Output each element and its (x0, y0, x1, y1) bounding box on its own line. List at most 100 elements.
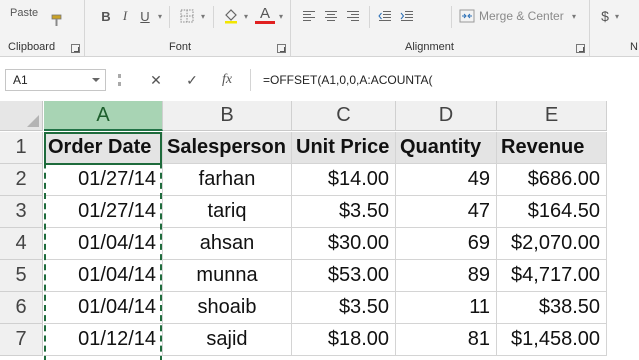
table-cell[interactable]: 81 (396, 324, 497, 356)
table-cell[interactable]: $164.50 (497, 196, 607, 228)
number-group-label: N (630, 41, 638, 53)
ribbon: Paste Clipboard B I U ▾ ▾ ▾ A ▾ Font Mer… (0, 0, 639, 57)
fill-color-button[interactable] (221, 6, 241, 26)
italic-button[interactable]: I (115, 6, 135, 26)
merge-center-button[interactable] (457, 6, 477, 26)
header-cell[interactable]: Order Date (44, 132, 163, 164)
column-header-b[interactable]: B (163, 101, 292, 131)
table-cell[interactable]: 11 (396, 292, 497, 324)
column-header-e[interactable]: E (497, 101, 607, 131)
borders-icon (180, 9, 194, 23)
table-cell[interactable]: 01/12/14 (44, 324, 163, 356)
table-cell[interactable]: $3.50 (292, 196, 396, 228)
table-cell[interactable]: 01/04/14 (44, 260, 163, 292)
row-header-3[interactable]: 3 (0, 196, 43, 228)
align-center-icon (325, 11, 337, 21)
format-painter-icon[interactable] (50, 14, 64, 28)
underline-dropdown-icon[interactable]: ▾ (155, 6, 165, 26)
row-header-1[interactable]: 1 (0, 132, 43, 164)
enter-check-icon[interactable]: ✓ (181, 70, 203, 90)
underline-button[interactable]: U (135, 6, 155, 26)
borders-dropdown-icon[interactable]: ▾ (198, 6, 208, 26)
table-cell[interactable]: $18.00 (292, 324, 396, 356)
column-header-c[interactable]: C (292, 101, 396, 131)
name-box-value: A1 (13, 73, 28, 87)
name-box[interactable]: A1 (5, 69, 106, 91)
table-cell[interactable]: $1,458.00 (497, 324, 607, 356)
row-header-2[interactable]: 2 (0, 164, 43, 196)
table-cell[interactable]: ahsan (163, 228, 292, 260)
table-cell[interactable]: $3.50 (292, 292, 396, 324)
decrease-indent-button[interactable] (375, 6, 395, 26)
table-cell[interactable]: 69 (396, 228, 497, 260)
table-cell[interactable]: 47 (396, 196, 497, 228)
align-left-icon (303, 11, 315, 21)
row-header-5[interactable]: 5 (0, 260, 43, 292)
table-cell[interactable]: $38.50 (497, 292, 607, 324)
font-group-label: Font (169, 41, 192, 53)
merge-cells-icon (459, 9, 475, 23)
worksheet-grid: A B C D E 1 2 3 4 5 6 7 Order Date Salesperson Unit Pr… (0, 101, 639, 360)
header-cell[interactable]: Salesperson (163, 132, 292, 164)
divider (451, 6, 452, 28)
table-cell[interactable]: $14.00 (292, 164, 396, 196)
clipboard-group: Paste Clipboard (0, 0, 85, 56)
alignment-group: Merge & Center ▾ Alignment (291, 0, 590, 56)
alignment-dialog-launcher-icon[interactable] (576, 44, 585, 53)
table-cell[interactable]: 01/27/14 (44, 196, 163, 228)
table-cell[interactable]: $686.00 (497, 164, 607, 196)
select-all-button[interactable] (0, 101, 43, 131)
paint-bucket-icon (225, 9, 237, 24)
align-right-icon (347, 11, 359, 21)
align-left-button[interactable] (299, 6, 319, 26)
table-cell[interactable]: $4,717.00 (497, 260, 607, 292)
column-header-d[interactable]: D (396, 101, 497, 131)
row-header-7[interactable]: 7 (0, 324, 43, 356)
table-cell[interactable]: sajid (163, 324, 292, 356)
clipboard-dialog-launcher-icon[interactable] (71, 44, 80, 53)
font-color-dropdown-icon[interactable]: ▾ (276, 6, 286, 26)
bold-button[interactable]: B (96, 6, 116, 26)
header-cell[interactable]: Unit Price (292, 132, 396, 164)
borders-button[interactable] (177, 6, 197, 26)
divider (169, 6, 170, 28)
insert-function-icon[interactable]: fx (216, 70, 238, 90)
font-group: B I U ▾ ▾ ▾ A ▾ Font (85, 0, 291, 56)
divider (213, 6, 214, 28)
align-right-button[interactable] (343, 6, 363, 26)
merge-dropdown-icon[interactable]: ▾ (569, 6, 579, 26)
table-cell[interactable]: 01/04/14 (44, 228, 163, 260)
paste-button[interactable]: Paste (10, 7, 38, 19)
table-cell[interactable]: $53.00 (292, 260, 396, 292)
table-cell[interactable]: $2,070.00 (497, 228, 607, 260)
row-header-4[interactable]: 4 (0, 228, 43, 260)
increase-indent-button[interactable] (397, 6, 417, 26)
clipboard-group-label: Clipboard (8, 41, 56, 53)
table-cell[interactable]: tariq (163, 196, 292, 228)
table-cell[interactable]: farhan (163, 164, 292, 196)
divider (369, 6, 370, 28)
row-header-6[interactable]: 6 (0, 292, 43, 324)
fill-color-dropdown-icon[interactable]: ▾ (241, 6, 251, 26)
table-cell[interactable]: 49 (396, 164, 497, 196)
table-cell[interactable]: shoaib (163, 292, 292, 324)
merge-center-label[interactable]: Merge & Center (479, 9, 564, 23)
table-cell[interactable]: 01/27/14 (44, 164, 163, 196)
formula-bar-grip-icon[interactable] (118, 74, 121, 86)
header-cell[interactable]: Quantity (396, 132, 497, 164)
cancel-icon[interactable]: ✕ (145, 70, 167, 90)
table-cell[interactable]: 89 (396, 260, 497, 292)
table-cell[interactable]: 01/04/14 (44, 292, 163, 324)
column-header-a[interactable]: A (44, 101, 163, 131)
formula-input[interactable]: =OFFSET(A1,0,0,A:ACOUNTA( (250, 69, 639, 91)
currency-dropdown-icon[interactable]: ▾ (612, 6, 622, 26)
alignment-group-label: Alignment (405, 41, 454, 53)
table-cell[interactable]: $30.00 (292, 228, 396, 260)
formula-bar: A1 ✕ ✓ fx =OFFSET(A1,0,0,A:ACOUNTA( (0, 57, 639, 101)
font-dialog-launcher-icon[interactable] (277, 44, 286, 53)
font-color-button[interactable]: A (255, 5, 275, 24)
name-box-dropdown-icon[interactable] (92, 78, 100, 82)
table-cell[interactable]: munna (163, 260, 292, 292)
header-cell[interactable]: Revenue (497, 132, 607, 164)
align-center-button[interactable] (321, 6, 341, 26)
